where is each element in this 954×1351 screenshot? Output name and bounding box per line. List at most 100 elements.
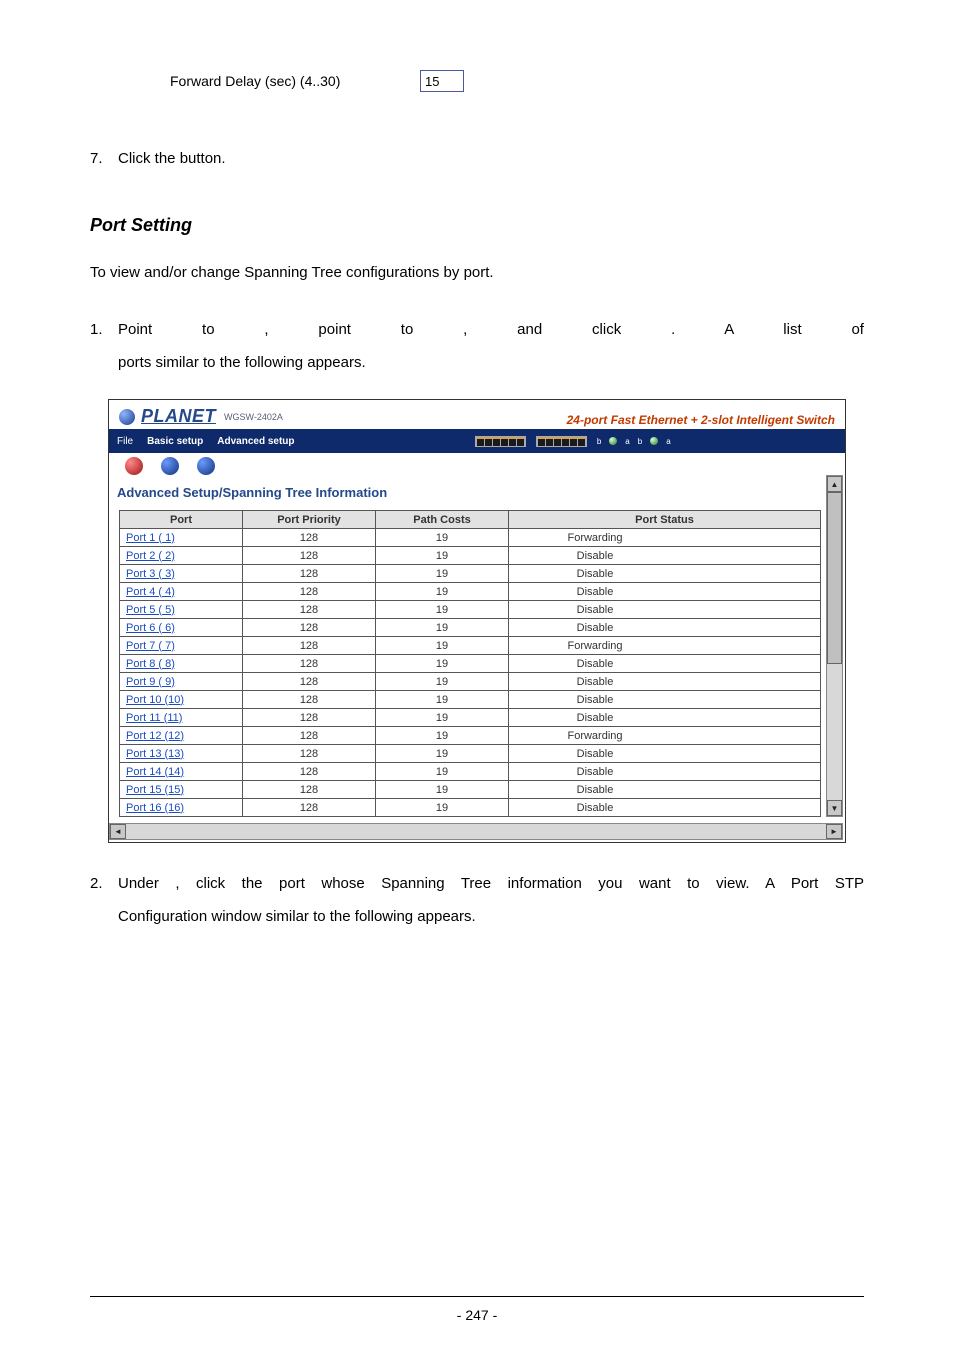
cell-path: 19 [376, 655, 509, 673]
cell-status: Forwarding [509, 637, 682, 655]
horizontal-scrollbar[interactable]: ◄ ► [109, 823, 843, 840]
port-link[interactable]: Port 9 ( 9) [120, 673, 243, 691]
vertical-scrollbar[interactable]: ▲ ▼ [826, 475, 843, 817]
cell-empty [681, 691, 821, 709]
cell-empty [681, 529, 821, 547]
cell-status: Disable [509, 799, 682, 817]
cell-priority: 128 [243, 727, 376, 745]
cell-priority: 128 [243, 709, 376, 727]
cell-priority: 128 [243, 529, 376, 547]
port-link[interactable]: Port 6 ( 6) [120, 619, 243, 637]
cell-empty [681, 619, 821, 637]
cell-priority: 128 [243, 601, 376, 619]
table-row: Port 10 (10)12819Disable [120, 691, 821, 709]
cell-status: Disable [509, 709, 682, 727]
cell-priority: 128 [243, 691, 376, 709]
col-status: Port Status [509, 511, 821, 529]
cell-empty [681, 799, 821, 817]
port-link[interactable]: Port 2 ( 2) [120, 547, 243, 565]
cell-empty [681, 709, 821, 727]
table-row: Port 2 ( 2)12819Disable [120, 547, 821, 565]
cell-status: Disable [509, 547, 682, 565]
port-strip-2 [536, 436, 587, 447]
cell-priority: 128 [243, 799, 376, 817]
cell-empty [681, 637, 821, 655]
forward-delay-label: Forward Delay (sec) (4..30) [170, 73, 420, 89]
port-link[interactable]: Port 3 ( 3) [120, 565, 243, 583]
port-link[interactable]: Port 14 (14) [120, 763, 243, 781]
cell-priority: 128 [243, 637, 376, 655]
cell-status: Disable [509, 655, 682, 673]
scroll-down-icon[interactable]: ▼ [827, 800, 842, 816]
port-link[interactable]: Port 7 ( 7) [120, 637, 243, 655]
port-link[interactable]: Port 8 ( 8) [120, 655, 243, 673]
cell-empty [681, 583, 821, 601]
cell-empty [681, 727, 821, 745]
cell-priority: 128 [243, 565, 376, 583]
app-banner: PLANET WGSW-2402A 24-port Fast Ethernet … [109, 400, 845, 429]
menu-file[interactable]: File [117, 436, 133, 447]
forward-delay-input[interactable]: 15 [420, 70, 464, 92]
scroll-left-icon[interactable]: ◄ [110, 824, 126, 839]
cell-path: 19 [376, 529, 509, 547]
table-row: Port 12 (12)12819Forwarding [120, 727, 821, 745]
port-link[interactable]: Port 15 (15) [120, 781, 243, 799]
cell-status: Disable [509, 565, 682, 583]
step-7: 7. Click the button. [90, 142, 864, 175]
cell-path: 19 [376, 565, 509, 583]
cell-status: Disable [509, 583, 682, 601]
model-name: WGSW-2402A [224, 412, 283, 422]
table-row: Port 8 ( 8)12819Disable [120, 655, 821, 673]
step-1: 1. Point to , point to , and click . A l… [90, 313, 864, 379]
table-title: Advanced Setup/Spanning Tree Information [117, 485, 843, 500]
port-strip-1 [475, 436, 526, 447]
banner-tagline: 24-port Fast Ethernet + 2-slot Intellige… [567, 413, 835, 427]
led-indicator-icon [650, 437, 658, 445]
cell-priority: 128 [243, 583, 376, 601]
port-link[interactable]: Port 1 ( 1) [120, 529, 243, 547]
cell-status: Disable [509, 745, 682, 763]
cell-path: 19 [376, 619, 509, 637]
cell-priority: 128 [243, 619, 376, 637]
cell-path: 19 [376, 691, 509, 709]
port-link[interactable]: Port 10 (10) [120, 691, 243, 709]
cell-status: Disable [509, 619, 682, 637]
led-indicator-icon [609, 437, 617, 445]
port-link[interactable]: Port 4 ( 4) [120, 583, 243, 601]
menu-basic-setup[interactable]: Basic setup [147, 436, 203, 447]
table-row: Port 3 ( 3)12819Disable [120, 565, 821, 583]
table-row: Port 11 (11)12819Disable [120, 709, 821, 727]
scroll-right-icon[interactable]: ► [826, 824, 842, 839]
menu-bar: File Basic setup Advanced setup ba ba [109, 429, 845, 453]
cell-path: 19 [376, 763, 509, 781]
cell-empty [681, 763, 821, 781]
spanning-tree-table: Port Port Priority Path Costs Port Statu… [119, 510, 821, 817]
cell-status: Disable [509, 781, 682, 799]
status-dot-icon [161, 457, 179, 475]
embedded-screenshot: PLANET WGSW-2402A 24-port Fast Ethernet … [108, 399, 846, 843]
scroll-up-icon[interactable]: ▲ [827, 476, 842, 492]
port-link[interactable]: Port 5 ( 5) [120, 601, 243, 619]
port-link[interactable]: Port 13 (13) [120, 745, 243, 763]
cell-status: Disable [509, 673, 682, 691]
cell-empty [681, 655, 821, 673]
scroll-thumb[interactable] [827, 492, 842, 664]
cell-priority: 128 [243, 673, 376, 691]
switch-graphic: ba ba [309, 429, 837, 453]
port-link[interactable]: Port 12 (12) [120, 727, 243, 745]
table-row: Port 6 ( 6)12819Disable [120, 619, 821, 637]
cell-path: 19 [376, 709, 509, 727]
port-link[interactable]: Port 11 (11) [120, 709, 243, 727]
globe-icon [119, 409, 135, 425]
cell-path: 19 [376, 583, 509, 601]
cell-priority: 128 [243, 745, 376, 763]
port-link[interactable]: Port 16 (16) [120, 799, 243, 817]
cell-path: 19 [376, 637, 509, 655]
table-row: Port 14 (14)12819Disable [120, 763, 821, 781]
status-dot-icon [125, 457, 143, 475]
cell-status: Forwarding [509, 529, 682, 547]
col-priority: Port Priority [243, 511, 376, 529]
menu-advanced-setup[interactable]: Advanced setup [217, 436, 294, 447]
table-row: Port 7 ( 7)12819Forwarding [120, 637, 821, 655]
cell-empty [681, 781, 821, 799]
